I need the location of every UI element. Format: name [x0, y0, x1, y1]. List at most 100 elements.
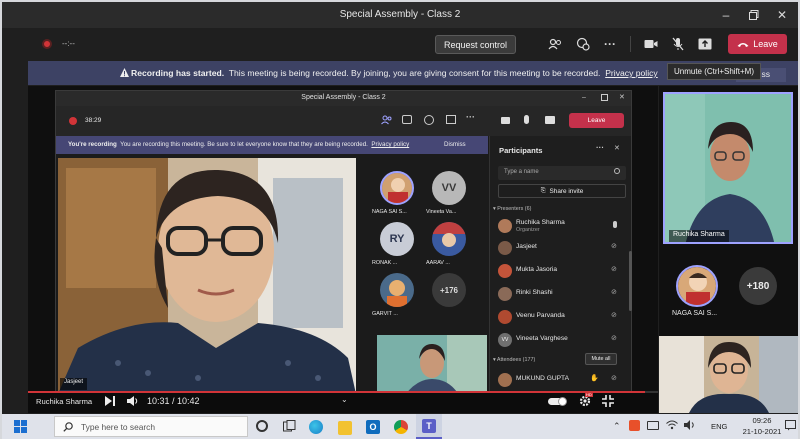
close-icon[interactable]: ✕	[773, 6, 791, 24]
inner-maximize-icon	[601, 94, 608, 101]
shared-teams-window: Special Assembly - Class 2 – ✕ 38:29 ···…	[55, 90, 632, 395]
clock-time[interactable]: 09:26	[742, 416, 782, 425]
fullscreen-exit-icon[interactable]	[602, 395, 614, 407]
more-participants-count: +176	[432, 273, 466, 307]
participant-avatar	[498, 219, 512, 233]
inner-more-icon: ···	[466, 112, 475, 122]
file-explorer-icon[interactable]	[338, 421, 352, 435]
speaker-icon[interactable]	[684, 420, 696, 430]
wifi-icon[interactable]	[666, 420, 678, 430]
inner-timer: 38:29	[85, 117, 102, 124]
leave-button[interactable]: Leave	[728, 34, 787, 54]
inner-banner-text: You are recording this meeting. Be sure …	[120, 141, 368, 148]
tray-chevron-icon[interactable]: ⌃	[613, 421, 621, 432]
notification-icon[interactable]	[785, 420, 796, 431]
phone-hangup-icon	[737, 42, 749, 47]
cortana-icon[interactable]	[256, 420, 268, 432]
taskbar-search-placeholder: Type here to search	[81, 421, 156, 432]
clock-date[interactable]: 21-10-2021	[735, 427, 789, 436]
edge-icon[interactable]	[309, 420, 323, 434]
task-view-icon[interactable]	[283, 420, 296, 432]
taskbar-search-box[interactable]: Type here to search	[54, 416, 248, 437]
participant-name: Vineeta Varghese	[516, 335, 568, 342]
tile-avatar-ry: RY	[380, 222, 414, 256]
participant-avatar	[498, 241, 512, 255]
share-invite-label: Share invite	[549, 187, 584, 195]
teams-taskbar-item[interactable]: T	[416, 414, 442, 439]
participant-row: Rinki Shashi ⊘	[498, 284, 626, 306]
tile-name: RONAK ...	[372, 260, 398, 266]
banner-text: This meeting is being recorded. By joini…	[228, 68, 601, 78]
battery-icon[interactable]	[647, 421, 659, 430]
attendees-label: Attendees (177)	[496, 357, 536, 363]
mic-muted-icon: ⊘	[611, 375, 617, 382]
mic-muted-icon: ⊘	[611, 243, 617, 250]
participant-search-box: Type a name	[498, 166, 626, 180]
toggle-switch[interactable]	[548, 397, 567, 406]
inner-tile-grid: NAGA SAI S... VV Vineeta Va... RY RONAK …	[362, 158, 487, 317]
search-icon	[614, 168, 620, 174]
chrome-icon[interactable]	[394, 420, 408, 434]
inner-toolbar: 38:29 ··· Leave	[56, 106, 631, 136]
mic-muted-icon: ⊘	[611, 266, 617, 273]
inner-minimize-icon: –	[582, 94, 586, 101]
participant-name: Mukta Jasoria	[516, 266, 558, 273]
participant-search-placeholder: Type a name	[504, 169, 539, 175]
inner-title-bar: Special Assembly - Class 2 – ✕	[56, 91, 631, 106]
minimize-icon[interactable]: –	[717, 6, 735, 24]
panel-close-icon: ✕	[614, 145, 620, 152]
unmute-tooltip: Unmute (Ctrl+Shift+M)	[667, 63, 761, 80]
title-bar: Special Assembly - Class 2 – ✕	[2, 2, 798, 28]
restore-icon[interactable]	[745, 6, 763, 24]
tile-avatar-aarav	[432, 222, 466, 256]
window-title: Special Assembly - Class 2	[339, 9, 461, 20]
chevron-down-icon[interactable]: ⌄	[341, 395, 348, 404]
progress-track[interactable]	[28, 391, 658, 393]
mute-all-button: Mute all	[585, 353, 617, 365]
participant-row: Mukta Jasoria ⊘	[498, 261, 626, 283]
inner-mic-icon	[524, 115, 529, 124]
privacy-policy-link[interactable]: Privacy policy	[605, 68, 658, 78]
active-speaker-tile: Ruchika Sharma	[663, 92, 793, 244]
volume-icon[interactable]	[127, 396, 139, 406]
tray-app-icon[interactable]	[629, 420, 640, 431]
banner-heading: Recording has started.	[131, 68, 225, 78]
language-indicator[interactable]: ENG	[711, 422, 727, 431]
recording-icon	[42, 39, 52, 49]
participant-name: Jasjeet	[516, 243, 537, 250]
inner-leave-button: Leave	[569, 113, 624, 128]
camera-icon[interactable]	[643, 36, 659, 52]
warning-icon	[120, 68, 129, 77]
inner-chat-icon	[402, 115, 412, 124]
toggle-knob	[558, 397, 567, 406]
next-icon[interactable]	[105, 396, 115, 406]
tile-avatar-garvit	[380, 273, 414, 307]
more-participants-count: +180	[739, 267, 777, 305]
request-control-button[interactable]: Request control	[435, 35, 516, 54]
teams-icon: T	[422, 419, 436, 433]
participant-avatar: VV	[498, 333, 512, 347]
participant-row: MUKUND GUPTA ✋ ⊘	[498, 370, 626, 392]
self-video-tile	[659, 336, 798, 413]
share-icon[interactable]	[697, 36, 713, 52]
settings-gear-icon[interactable]: HD	[579, 392, 593, 407]
banner-message: Recording has started. This meeting is b…	[131, 68, 658, 78]
outlook-icon[interactable]: O	[366, 420, 380, 434]
speaker-video-image	[58, 158, 356, 394]
active-speaker-name: Ruchika Sharma	[669, 230, 729, 242]
more-options-icon[interactable]: ···	[602, 36, 618, 52]
participant-role: Organizer	[516, 227, 540, 233]
participant-avatar	[498, 264, 512, 278]
inner-participants-icon	[381, 115, 392, 125]
participants-icon[interactable]	[547, 36, 563, 52]
participant-name: MUKUND GUPTA	[516, 375, 569, 382]
windows-taskbar: Type here to search O T ⌃ ENG 09:26 21-1…	[2, 414, 798, 439]
microphone-muted-icon[interactable]	[670, 35, 686, 53]
inner-recording-banner: You're recording You are recording this …	[56, 136, 488, 154]
mic-muted-icon: ⊘	[611, 289, 617, 296]
inner-banner-heading: You're recording	[68, 141, 117, 148]
windows-start-icon[interactable]	[14, 420, 27, 433]
reactions-icon[interactable]	[575, 36, 591, 52]
share-invite-icon: ⎘	[540, 187, 546, 194]
participant-avatar	[498, 310, 512, 324]
